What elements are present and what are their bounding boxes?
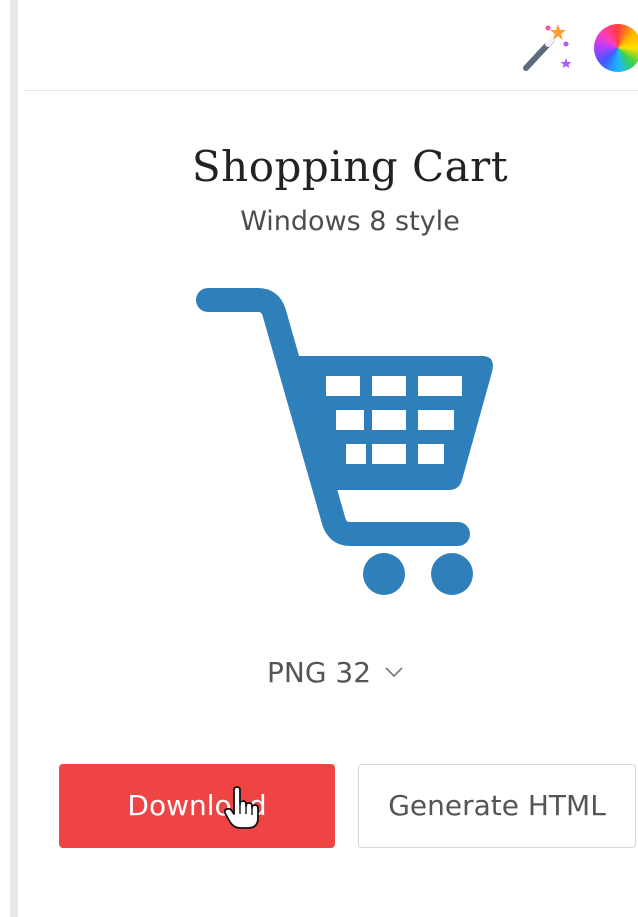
panel-divider <box>10 0 18 917</box>
generate-html-button[interactable]: Generate HTML <box>358 764 636 848</box>
magic-wand-button[interactable] <box>518 22 574 74</box>
icon-preview <box>194 286 504 596</box>
panel-toolbar <box>24 0 638 91</box>
chevron-down-icon <box>385 667 403 678</box>
format-dropdown[interactable]: PNG 32 <box>264 650 424 700</box>
icon-detail-panel: Shopping Cart Windows 8 style PNG 32 Dow… <box>24 0 638 917</box>
color-picker-button[interactable] <box>594 24 638 72</box>
shopping-cart-icon <box>196 288 493 595</box>
format-selected-value: PNG 32 <box>267 656 372 689</box>
magic-wand-icon <box>523 24 572 71</box>
icon-style-subtitle: Windows 8 style <box>240 206 460 237</box>
icon-title: Shopping Cart <box>191 142 509 191</box>
download-button[interactable]: Download <box>59 764 335 848</box>
